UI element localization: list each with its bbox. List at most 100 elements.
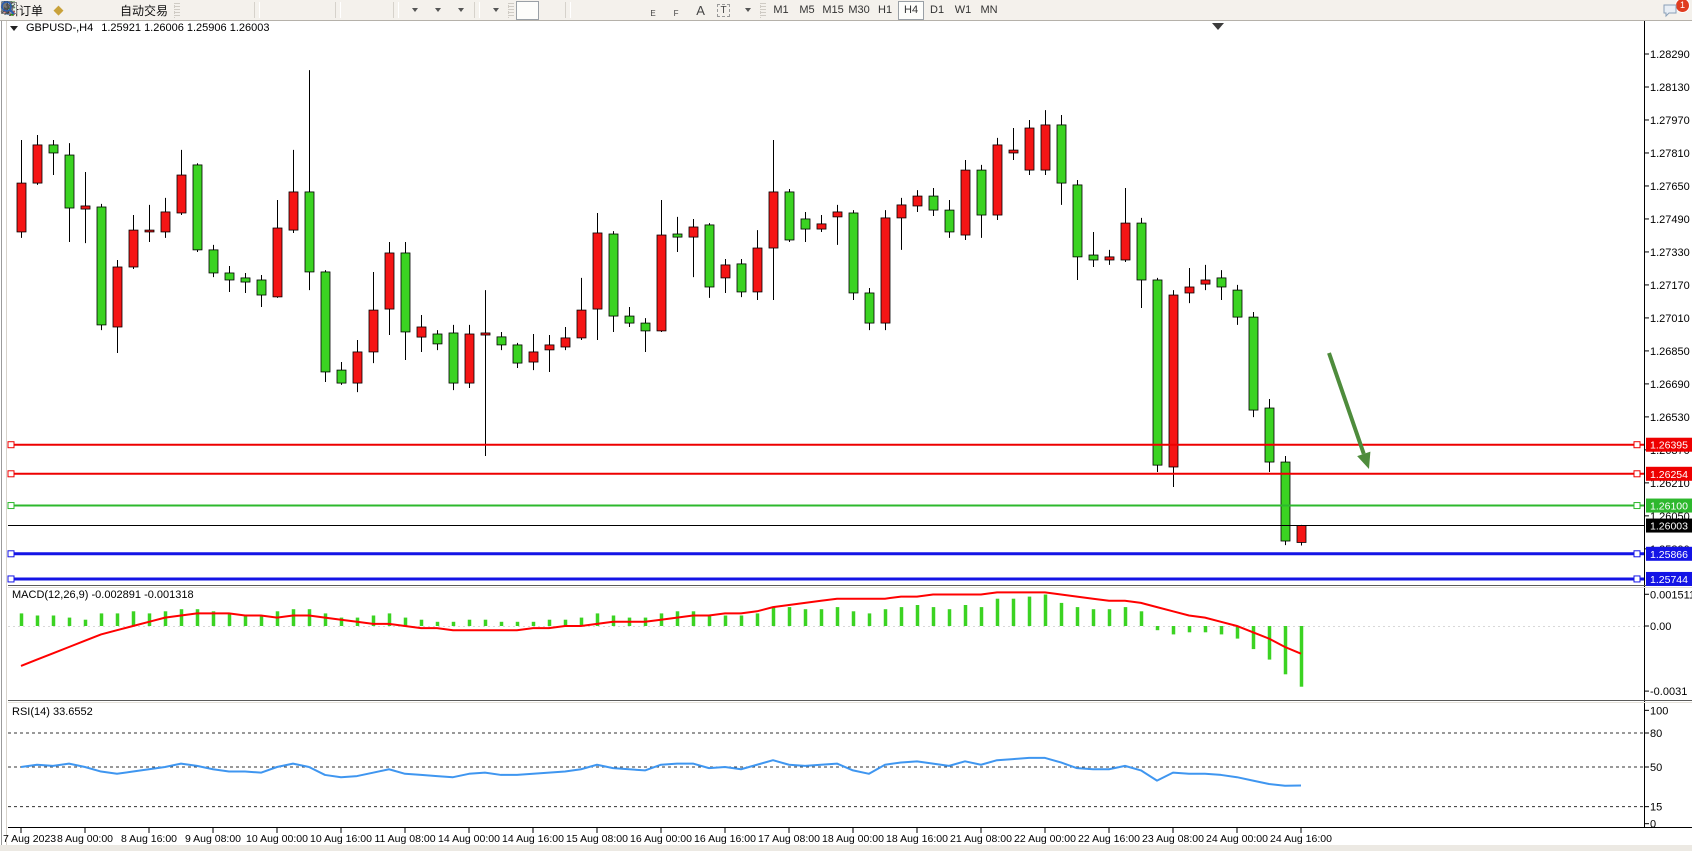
timeframe-h1-button[interactable]: H1 — [872, 1, 898, 20]
candle-body — [161, 212, 170, 232]
zoom-in-button[interactable] — [263, 1, 286, 20]
chart-ohlc-quotes: 1.25921 1.26006 1.25906 1.26003 — [101, 22, 269, 34]
candle-body — [977, 170, 986, 215]
new-chart-button[interactable] — [402, 1, 425, 20]
timeframe-m1-button[interactable]: M1 — [768, 1, 794, 20]
chart-shift-button[interactable] — [367, 1, 390, 20]
cursor-tool-button[interactable] — [516, 1, 539, 20]
candle-body — [1201, 280, 1210, 284]
line-handle[interactable] — [8, 503, 14, 509]
timeframe-mn-button[interactable]: MN — [976, 1, 1002, 20]
text-tool-button[interactable]: A — [689, 1, 712, 20]
candle-body — [897, 205, 906, 218]
candle-body — [801, 219, 810, 229]
arrows-caret-icon — [745, 8, 751, 12]
line-price-label: 1.25866 — [1650, 549, 1688, 561]
candle-body — [1025, 128, 1034, 170]
candle-body — [17, 183, 26, 232]
candle-body — [689, 227, 698, 237]
candle-body — [1249, 317, 1258, 410]
down-arrow-head[interactable] — [1357, 452, 1370, 469]
line-chart-button[interactable] — [228, 1, 251, 20]
window-bottom-edge — [0, 845, 1692, 851]
arrows-tool-button[interactable] — [735, 1, 758, 20]
candle-body — [209, 250, 218, 273]
candle-body — [465, 334, 474, 383]
date-label: 7 Aug 2023 — [3, 833, 56, 845]
market-watch-button[interactable] — [70, 1, 93, 20]
period-button[interactable] — [425, 1, 448, 20]
templates-caret-icon — [493, 8, 499, 12]
down-arrow-annotation[interactable] — [1329, 353, 1364, 454]
macd-panel-label: MACD(12,26,9) -0.002891 -0.001318 — [12, 589, 194, 601]
autotrade-button[interactable]: 自动交易 — [116, 1, 172, 20]
rsi-line — [21, 758, 1301, 786]
templates-button[interactable] — [483, 1, 506, 20]
bar-chart-button[interactable] — [182, 1, 205, 20]
candle-chart-button[interactable] — [205, 1, 228, 20]
indicators-caret-icon — [458, 8, 464, 12]
chart-canvas[interactable]: 1.282901.281301.279701.278101.276501.274… — [0, 0, 1692, 851]
line-handle[interactable] — [1634, 576, 1640, 582]
timeframe-d1-button[interactable]: D1 — [924, 1, 950, 20]
candle-body — [1041, 125, 1050, 170]
rsi-tick-label: 50 — [1650, 762, 1662, 774]
candle-body — [577, 310, 586, 338]
price-tick-label: 1.28130 — [1650, 82, 1690, 94]
candle-body — [945, 210, 954, 232]
timeframe-w1-button[interactable]: W1 — [950, 1, 976, 20]
indicators-button[interactable] — [448, 1, 471, 20]
candle-body — [561, 338, 570, 347]
rsi-tick-label: 100 — [1650, 705, 1668, 717]
candle-body — [1169, 295, 1178, 467]
zoom-out-button[interactable] — [286, 1, 309, 20]
fibonacci-tool-button[interactable]: F — [666, 1, 689, 20]
search-button[interactable] — [1632, 1, 1655, 20]
rsi-tick-label: 0 — [1650, 819, 1656, 831]
candle-body — [529, 352, 538, 362]
candle-body — [865, 293, 874, 323]
text-label-tool-button[interactable]: T — [712, 1, 735, 20]
line-handle[interactable] — [1634, 503, 1640, 509]
signals-button[interactable] — [93, 1, 116, 20]
price-tick-label: 1.27010 — [1650, 313, 1690, 325]
new-order-button[interactable]: 新订单 — [3, 1, 47, 20]
line-handle[interactable] — [1634, 471, 1640, 477]
candle-body — [1281, 462, 1290, 541]
date-label: 24 Aug 16:00 — [1270, 833, 1332, 845]
timeframe-m5-button[interactable]: M5 — [794, 1, 820, 20]
symbol-dropdown-icon[interactable] — [10, 26, 18, 31]
hline-tool-button[interactable] — [597, 1, 620, 20]
candle-body — [961, 170, 970, 235]
mt4-terminal-window: 新订单 ◆ 自动交易 — [0, 0, 1692, 851]
candle-body — [929, 196, 938, 210]
candle-body — [1297, 526, 1306, 543]
timeframe-m15-button[interactable]: M15 — [820, 1, 846, 20]
chart-stack-button[interactable]: ◆ — [47, 1, 70, 20]
line-handle[interactable] — [1634, 442, 1640, 448]
price-tick-label: 1.27170 — [1650, 280, 1690, 292]
line-handle[interactable] — [8, 576, 14, 582]
price-tick-label: 1.26530 — [1650, 412, 1690, 424]
timeframe-m30-button[interactable]: M30 — [846, 1, 872, 20]
auto-scroll-button[interactable] — [344, 1, 367, 20]
line-handle[interactable] — [1634, 551, 1640, 557]
chart-shift-marker[interactable] — [1212, 23, 1224, 30]
trendline-tool-button[interactable] — [620, 1, 643, 20]
timeframe-h4-button[interactable]: H4 — [898, 1, 924, 20]
vline-tool-button[interactable] — [574, 1, 597, 20]
candle-body — [225, 273, 234, 280]
notifications-button[interactable]: 1 — [1661, 1, 1684, 20]
notification-badge: 1 — [1675, 0, 1690, 13]
date-label: 11 Aug 08:00 — [374, 833, 435, 845]
channel-tool-button[interactable]: E — [643, 1, 666, 20]
price-tick-label: 1.27970 — [1650, 115, 1690, 127]
line-price-label: 1.26395 — [1650, 440, 1688, 452]
tile-windows-button[interactable] — [309, 1, 332, 20]
line-handle[interactable] — [8, 551, 14, 557]
line-handle[interactable] — [8, 442, 14, 448]
date-label: 8 Aug 16:00 — [121, 833, 177, 845]
candle-body — [785, 192, 794, 240]
crosshair-tool-button[interactable] — [539, 1, 562, 20]
line-handle[interactable] — [8, 471, 14, 477]
